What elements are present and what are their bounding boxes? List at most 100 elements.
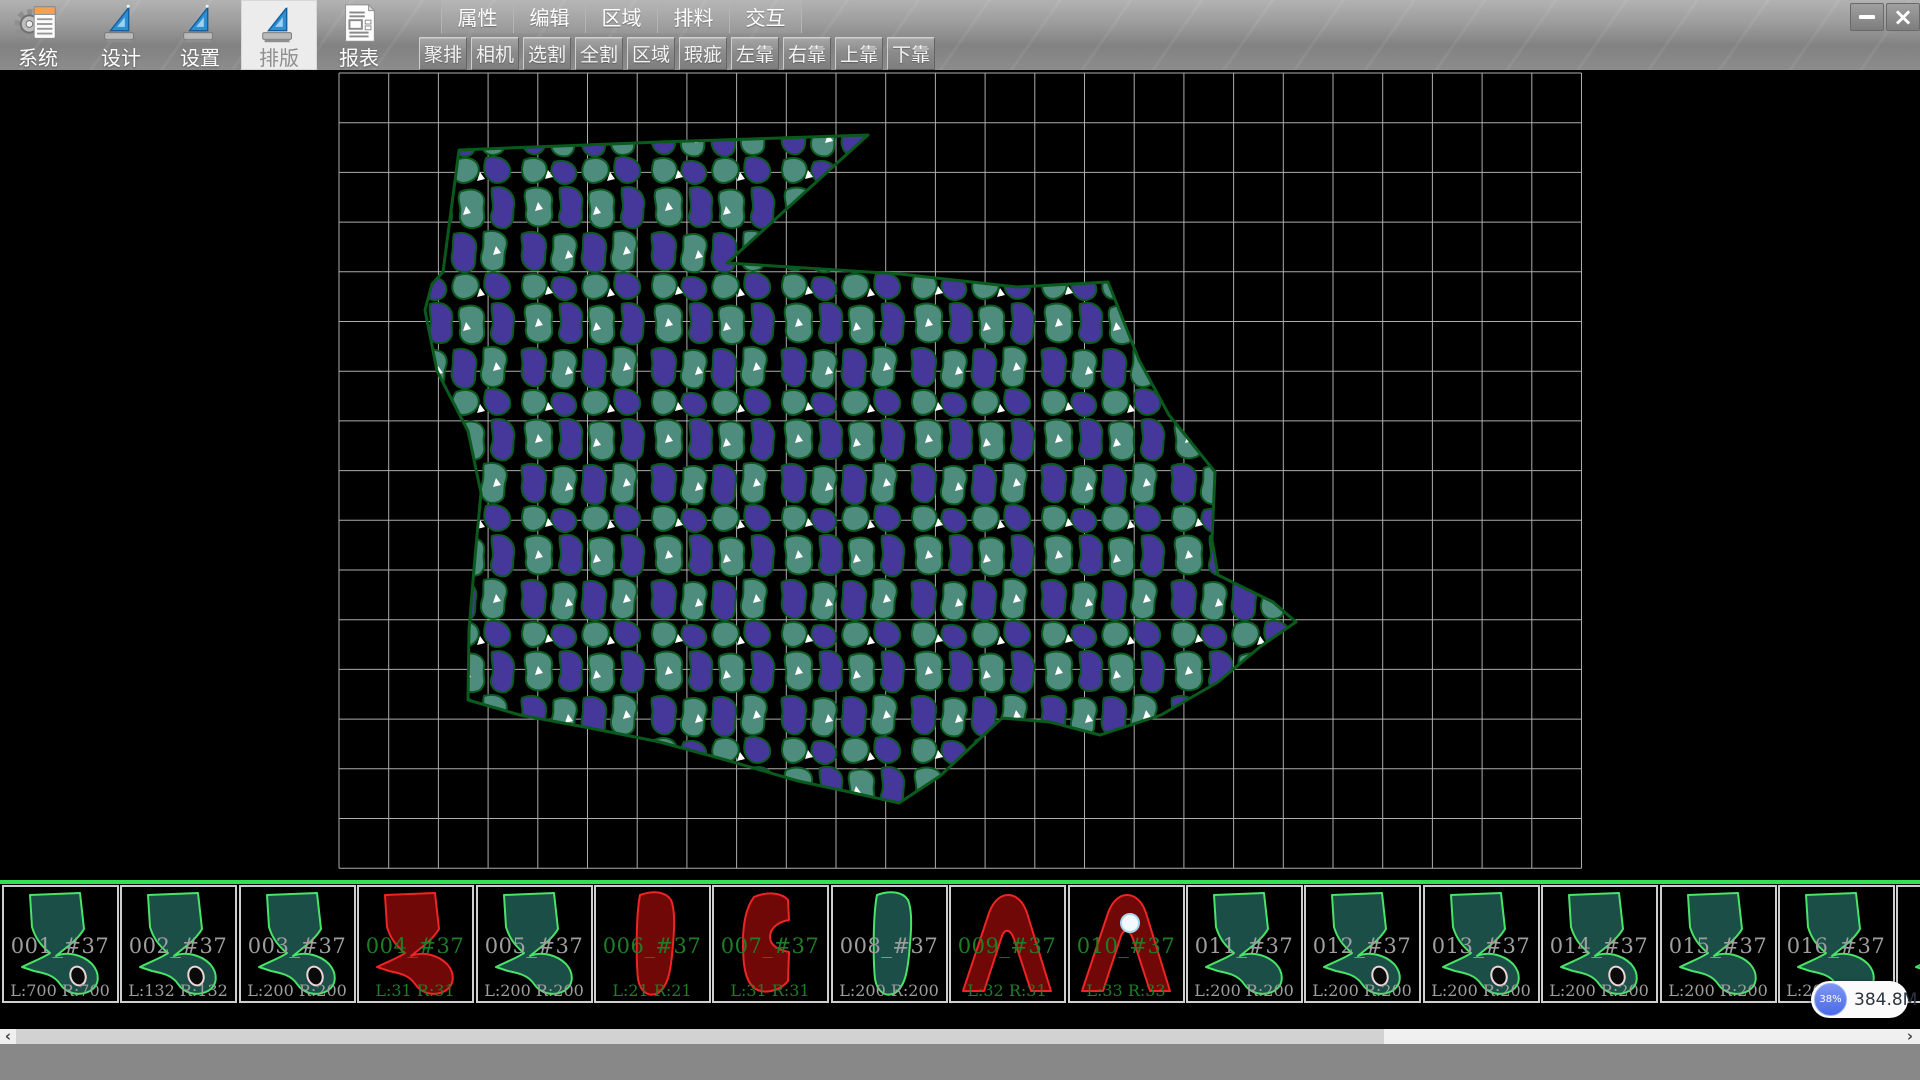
piece-thumbnail-001_#37[interactable]: 001_#37 L:700 R:700	[2, 885, 119, 1003]
tool-button-聚排[interactable]: 聚排	[419, 37, 467, 70]
piece-shape-svg: 002_#37 L:132 R:132	[122, 887, 235, 1001]
piece-lr-label: L:21 R:21	[612, 981, 691, 1000]
piece-lr-label: L:200 R:200	[1194, 981, 1294, 1000]
menu-tab-区域[interactable]: 区域	[586, 0, 658, 33]
piece-thumbnail-014_#37[interactable]: 014_#37 L:200 R:200	[1541, 885, 1658, 1003]
scrollbar-thumb[interactable]	[16, 1029, 1384, 1044]
scroll-left-arrow-icon[interactable]: ‹	[0, 1029, 16, 1044]
piece-thumbnail-005_#37[interactable]: 005_#37 L:200 R:200	[476, 885, 593, 1003]
piece-lr-label: L:32 R:31	[968, 981, 1047, 1000]
piece-shape-svg: 011_#37 L:200 R:200	[1188, 887, 1301, 1001]
tool-button-相机[interactable]: 相机	[471, 37, 519, 70]
piece-thumbnail-012_#37[interactable]: 012_#37 L:200 R:200	[1304, 885, 1421, 1003]
horizontal-scrollbar[interactable]: ‹ ›	[0, 1029, 1920, 1044]
close-icon: ×	[1893, 7, 1913, 27]
piece-lr-label: L:200 R:200	[1668, 981, 1768, 1000]
progress-circle-icon: 38%	[1814, 983, 1847, 1016]
nesting-canvas[interactable]	[0, 70, 1920, 880]
tool-button-右靠[interactable]: 右靠	[783, 37, 831, 70]
piece-lr-label: L:200 R:200	[839, 981, 939, 1000]
launcher-item-排版[interactable]: 排版	[241, 0, 317, 70]
progress-percent: 38%	[1819, 994, 1841, 1005]
piece-id-label: 004_#37	[366, 934, 464, 958]
piece-lr-label: L:33 R:33	[1086, 981, 1165, 1000]
system-gear-icon	[14, 1, 62, 47]
piece-shape-svg: 008_#37 L:200 R:200	[833, 887, 946, 1001]
tool-button-瑕疵[interactable]: 瑕疵	[679, 37, 727, 70]
close-button[interactable]: ×	[1886, 3, 1920, 31]
piece-id-label: 011_#37	[1195, 934, 1293, 958]
memory-value: 384.8M	[1854, 981, 1917, 1018]
piece-id-label: 009_#37	[958, 934, 1056, 958]
piece-shape-svg: 007_#37 L:31 R:31	[714, 887, 827, 1001]
piece-shape-svg: 001_#37 L:700 R:700	[4, 887, 117, 1001]
piece-lr-label: L:200 R:200	[247, 981, 347, 1000]
tool-button-上靠[interactable]: 上靠	[835, 37, 883, 70]
piece-shape-svg: 013_#37 L:200 R:200	[1425, 887, 1538, 1001]
piece-shape-svg: 006_#37 L:21 R:21	[596, 887, 709, 1001]
piece-id-label: 003_#37	[248, 934, 346, 958]
piece-lr-label: L:200 R:200	[1313, 981, 1413, 1000]
piece-id-label: 005_#37	[484, 934, 582, 958]
launcher-item-设计[interactable]: 设计	[83, 0, 159, 70]
piece-shape-svg: 012_#37 L:200 R:200	[1306, 887, 1419, 1001]
piece-thumbnail-003_#37[interactable]: 003_#37 L:200 R:200	[239, 885, 356, 1003]
piece-thumbnail-002_#37[interactable]: 002_#37 L:132 R:132	[120, 885, 237, 1003]
app-window: 系统 设计 设置 排版 报表 属性编辑区域排料交互 聚排相机选割全割区域瑕疵左靠…	[0, 0, 1920, 1080]
minimize-icon	[1859, 15, 1875, 19]
piece-id-label: 008_#37	[840, 934, 938, 958]
piece-thumbnail-007_#37[interactable]: 007_#37 L:31 R:31	[712, 885, 829, 1003]
launcher-item-设置[interactable]: 设置	[162, 0, 238, 70]
launcher-item-label: 设计	[83, 47, 159, 69]
menu-tab-交互[interactable]: 交互	[730, 0, 802, 33]
launcher-item-label: 报表	[321, 47, 397, 69]
piece-lr-label: L:200 R:200	[1431, 981, 1531, 1000]
tool-button-全割[interactable]: 全割	[575, 37, 623, 70]
piece-shape-svg: 005_#37 L:200 R:200	[478, 887, 591, 1001]
memory-badge[interactable]: 38% 384.8M	[1811, 981, 1908, 1018]
piece-thumbnail-008_#37[interactable]: 008_#37 L:200 R:200	[831, 885, 948, 1003]
piece-id-label: 002_#37	[129, 934, 227, 958]
canvas-svg	[0, 70, 1920, 880]
settings-setsquare-icon	[176, 1, 224, 47]
launcher-item-报表[interactable]: 报表	[321, 0, 397, 70]
menu-tab-排料[interactable]: 排料	[658, 0, 730, 33]
tool-button-bar: 聚排相机选割全割区域瑕疵左靠右靠上靠下靠	[419, 37, 935, 68]
tool-button-区域[interactable]: 区域	[627, 37, 675, 70]
piece-id-label: 015_#37	[1668, 934, 1766, 958]
menu-tab-编辑[interactable]: 编辑	[514, 0, 586, 33]
piece-thumbnail-015_#37[interactable]: 015_#37 L:200 R:200	[1660, 885, 1777, 1003]
toolbar: 系统 设计 设置 排版 报表 属性编辑区域排料交互 聚排相机选割全割区域瑕疵左靠…	[0, 0, 1920, 70]
status-bar	[0, 1044, 1920, 1080]
piece-thumbnail-009_#37[interactable]: 009_#37 L:32 R:31	[949, 885, 1066, 1003]
piece-lr-label: L:200 R:200	[1549, 981, 1649, 1000]
menu-tab-bar: 属性编辑区域排料交互	[441, 0, 802, 34]
piece-id-label: 012_#37	[1313, 934, 1411, 958]
piece-lr-label: L:132 R:132	[129, 981, 229, 1000]
launcher-item-系统[interactable]: 系统	[0, 0, 76, 70]
piece-thumbnail-011_#37[interactable]: 011_#37 L:200 R:200	[1186, 885, 1303, 1003]
tool-button-左靠[interactable]: 左靠	[731, 37, 779, 70]
launcher-item-label: 设置	[162, 47, 238, 69]
piece-id-label: 007_#37	[721, 934, 819, 958]
tool-button-选割[interactable]: 选割	[523, 37, 571, 70]
menu-tab-属性[interactable]: 属性	[442, 0, 514, 33]
piece-thumbnail-006_#37[interactable]: 006_#37 L:21 R:21	[594, 885, 711, 1003]
launcher-item-label: 排版	[241, 47, 317, 69]
piece-id-label: 013_#37	[1432, 934, 1530, 958]
piece-thumbnail-010_#37[interactable]: 010_#37 L:33 R:33	[1068, 885, 1185, 1003]
nesting-setsquare-icon	[255, 1, 303, 47]
piece-shape-svg: 010_#37 L:33 R:33	[1070, 887, 1183, 1001]
tool-button-下靠[interactable]: 下靠	[887, 37, 935, 70]
scroll-right-arrow-icon[interactable]: ›	[1902, 1029, 1918, 1044]
minimize-button[interactable]	[1850, 3, 1884, 31]
piece-shape-svg: 014_#37 L:200 R:200	[1543, 887, 1656, 1001]
piece-shape-svg: 003_#37 L:200 R:200	[241, 887, 354, 1001]
design-setsquare-icon	[97, 1, 145, 47]
piece-thumbnail-013_#37[interactable]: 013_#37 L:200 R:200	[1423, 885, 1540, 1003]
piece-id-label: 001_#37	[11, 934, 109, 958]
piece-thumbnail-004_#37[interactable]: 004_#37 L:31 R:31	[357, 885, 474, 1003]
piece-id-label: 016_#37	[1787, 934, 1885, 958]
report-doc-icon	[335, 1, 383, 47]
launcher-item-label: 系统	[0, 47, 76, 69]
